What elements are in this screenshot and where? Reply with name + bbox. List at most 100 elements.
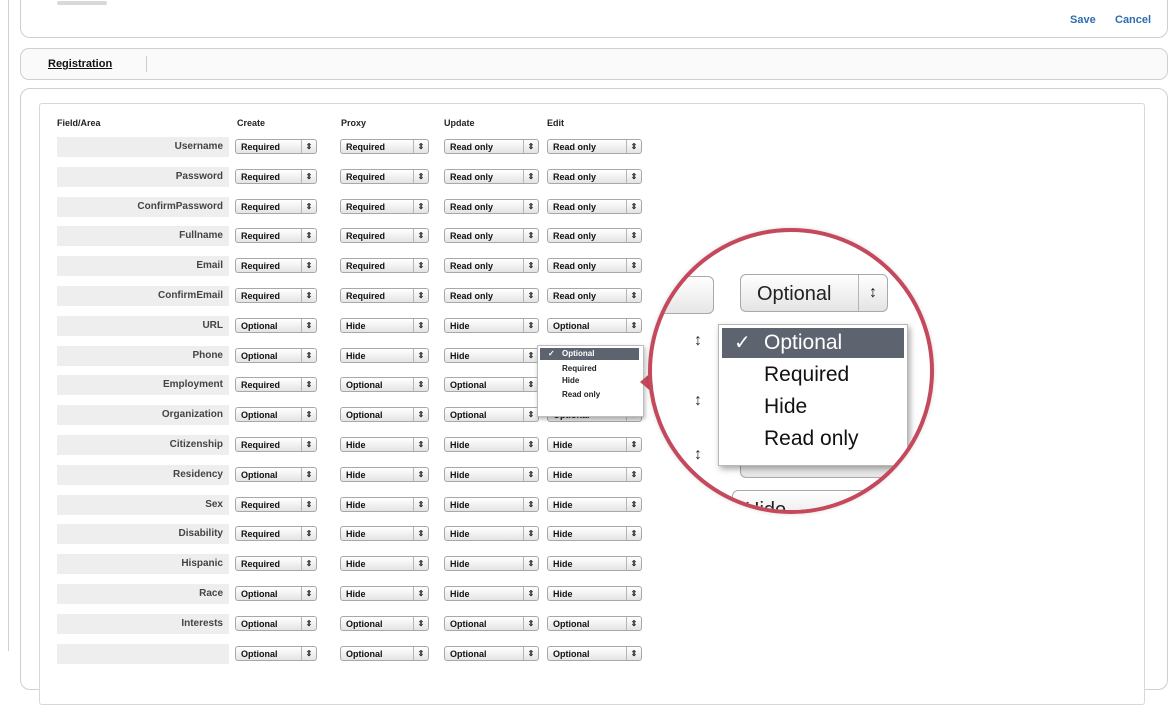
magnified-option-optional[interactable]: ✓ Optional — [722, 328, 904, 358]
cancel-button[interactable]: Cancel — [1115, 14, 1151, 26]
edit-select[interactable]: Read only ⇕ — [547, 169, 642, 184]
update-select[interactable]: Optional ⇕ — [444, 616, 539, 631]
edit-select[interactable]: Read only ⇕ — [547, 288, 642, 303]
edit-select[interactable]: Hide ⇕ — [547, 526, 642, 541]
create-select[interactable]: Required ⇕ — [235, 169, 317, 184]
update-select[interactable]: Read only ⇕ — [444, 228, 539, 243]
create-select[interactable]: Required ⇕ — [235, 288, 317, 303]
proxy-select[interactable]: Required ⇕ — [340, 139, 429, 154]
update-select[interactable]: Optional ⇕ — [444, 646, 539, 661]
update-select[interactable]: Read only ⇕ — [444, 258, 539, 273]
magnified-option-required[interactable]: Required — [722, 360, 904, 390]
proxy-select[interactable]: Required ⇕ — [340, 228, 429, 243]
updown-arrow-icon: ⇕ — [626, 140, 641, 153]
create-select[interactable]: Required ⇕ — [235, 377, 317, 392]
create-select[interactable]: Required ⇕ — [235, 437, 317, 452]
edit-select[interactable]: Optional⇕ — [547, 318, 642, 333]
update-select[interactable]: Hide ⇕ — [444, 586, 539, 601]
update-select[interactable]: Read only ⇕ — [444, 199, 539, 214]
create-select[interactable]: Required ⇕ — [235, 526, 317, 541]
dropdown-option-hide[interactable]: Hide — [540, 375, 639, 387]
edit-select[interactable]: Read only ⇕ — [547, 199, 642, 214]
tab-registration[interactable]: Registration — [48, 58, 112, 70]
update-select[interactable]: Optional ⇕ — [444, 407, 539, 422]
proxy-select[interactable]: Hide ⇕ — [340, 556, 429, 571]
create-select[interactable]: Optional ⇕ — [235, 467, 317, 482]
left-border-line — [8, 0, 9, 651]
magnified-option-read-only[interactable]: Read only — [722, 424, 904, 454]
create-select[interactable]: Required ⇕ — [235, 258, 317, 273]
create-select[interactable]: Optional ⇕ — [235, 318, 317, 333]
edit-select-value: Hide — [553, 589, 573, 599]
edit-dropdown-menu[interactable]: ✓ Optional Required Hide Read only — [537, 345, 644, 417]
proxy-select[interactable]: Required ⇕ — [340, 169, 429, 184]
proxy-select[interactable]: Required ⇕ — [340, 258, 429, 273]
updown-arrow-icon: ⇕ — [626, 259, 641, 272]
proxy-select[interactable]: Required ⇕ — [340, 199, 429, 214]
updown-arrow-icon: ⇕ — [626, 647, 641, 660]
magnified-dropdown-menu[interactable]: ✓ Optional Required Hide Read only — [718, 324, 908, 466]
field-label: Fullname — [57, 226, 229, 246]
magnified-option-hide[interactable]: Hide — [722, 392, 904, 422]
update-select[interactable]: Read only ⇕ — [444, 169, 539, 184]
create-select[interactable]: Optional ⇕ — [235, 407, 317, 422]
update-select[interactable]: Read only ⇕ — [444, 288, 539, 303]
updown-arrow-icon: ⇕ — [301, 408, 316, 421]
create-select[interactable]: Optional ⇕ — [235, 616, 317, 631]
update-select[interactable]: Hide ⇕ — [444, 526, 539, 541]
proxy-select[interactable]: Hide ⇕ — [340, 526, 429, 541]
create-select[interactable]: Required ⇕ — [235, 199, 317, 214]
create-select[interactable]: Required ⇕ — [235, 497, 317, 512]
edit-select[interactable]: Hide ⇕ — [547, 437, 642, 452]
edit-select[interactable]: Read only ⇕ — [547, 139, 642, 154]
updown-arrow-icon: ⇕ — [413, 617, 428, 630]
update-select[interactable]: Read only ⇕ — [444, 139, 539, 154]
create-select[interactable]: Required ⇕ — [235, 139, 317, 154]
edit-select[interactable]: Hide ⇕ — [547, 467, 642, 482]
edit-select[interactable]: Hide ⇕ — [547, 586, 642, 601]
proxy-select[interactable]: Optional ⇕ — [340, 616, 429, 631]
proxy-select[interactable]: Required ⇕ — [340, 288, 429, 303]
create-select[interactable]: Optional ⇕ — [235, 586, 317, 601]
dropdown-option-optional[interactable]: ✓ Optional — [540, 348, 639, 360]
edit-select-value: Read only — [553, 291, 597, 301]
create-select[interactable]: Required ⇕ — [235, 228, 317, 243]
dropdown-option-required[interactable]: Required — [540, 363, 639, 375]
update-select[interactable]: Hide ⇕ — [444, 437, 539, 452]
proxy-select[interactable]: Optional ⇕ — [340, 646, 429, 661]
proxy-select-value: Hide — [346, 440, 366, 450]
proxy-select[interactable]: Hide ⇕ — [340, 318, 429, 333]
create-select[interactable]: Optional ⇕ — [235, 348, 317, 363]
dropdown-option-read-only[interactable]: Read only — [540, 389, 639, 401]
proxy-select[interactable]: Hide ⇕ — [340, 348, 429, 363]
create-select[interactable]: Optional ⇕ — [235, 646, 317, 661]
proxy-select[interactable]: Hide ⇕ — [340, 467, 429, 482]
create-select-value: Optional — [241, 470, 278, 480]
proxy-select[interactable]: Optional ⇕ — [340, 407, 429, 422]
save-button[interactable]: Save — [1070, 14, 1096, 26]
edit-select[interactable]: Optional⇕ — [547, 616, 642, 631]
updown-arrow-icon: ⇕ — [626, 319, 641, 332]
update-select[interactable]: Optional ⇕ — [444, 377, 539, 392]
proxy-select[interactable]: Hide ⇕ — [340, 437, 429, 452]
updown-arrow-icon: ⇕ — [413, 587, 428, 600]
proxy-select[interactable]: Hide ⇕ — [340, 586, 429, 601]
edit-select[interactable]: Optional⇕ — [547, 646, 642, 661]
edit-select[interactable]: Hide ⇕ — [547, 556, 642, 571]
update-select[interactable]: Hide ⇕ — [444, 318, 539, 333]
create-select-value: Required — [241, 559, 281, 569]
update-select[interactable]: Hide ⇕ — [444, 556, 539, 571]
update-select-value: Hide — [450, 559, 470, 569]
create-select[interactable]: Required ⇕ — [235, 556, 317, 571]
edit-select[interactable]: Read only ⇕ — [547, 258, 642, 273]
proxy-select[interactable]: Optional ⇕ — [340, 377, 429, 392]
update-select[interactable]: Hide ⇕ — [444, 467, 539, 482]
edit-select[interactable]: Read only ⇕ — [547, 228, 642, 243]
edit-select[interactable]: Hide ⇕ — [547, 497, 642, 512]
proxy-select[interactable]: Hide ⇕ — [340, 497, 429, 512]
update-select[interactable]: Hide ⇕ — [444, 348, 539, 363]
updown-arrow-icon: ⇕ — [301, 587, 316, 600]
update-select[interactable]: Hide ⇕ — [444, 497, 539, 512]
magnified-select[interactable]: Optional ↕ — [740, 274, 888, 312]
updown-arrow-icon: ⇕ — [413, 527, 428, 540]
